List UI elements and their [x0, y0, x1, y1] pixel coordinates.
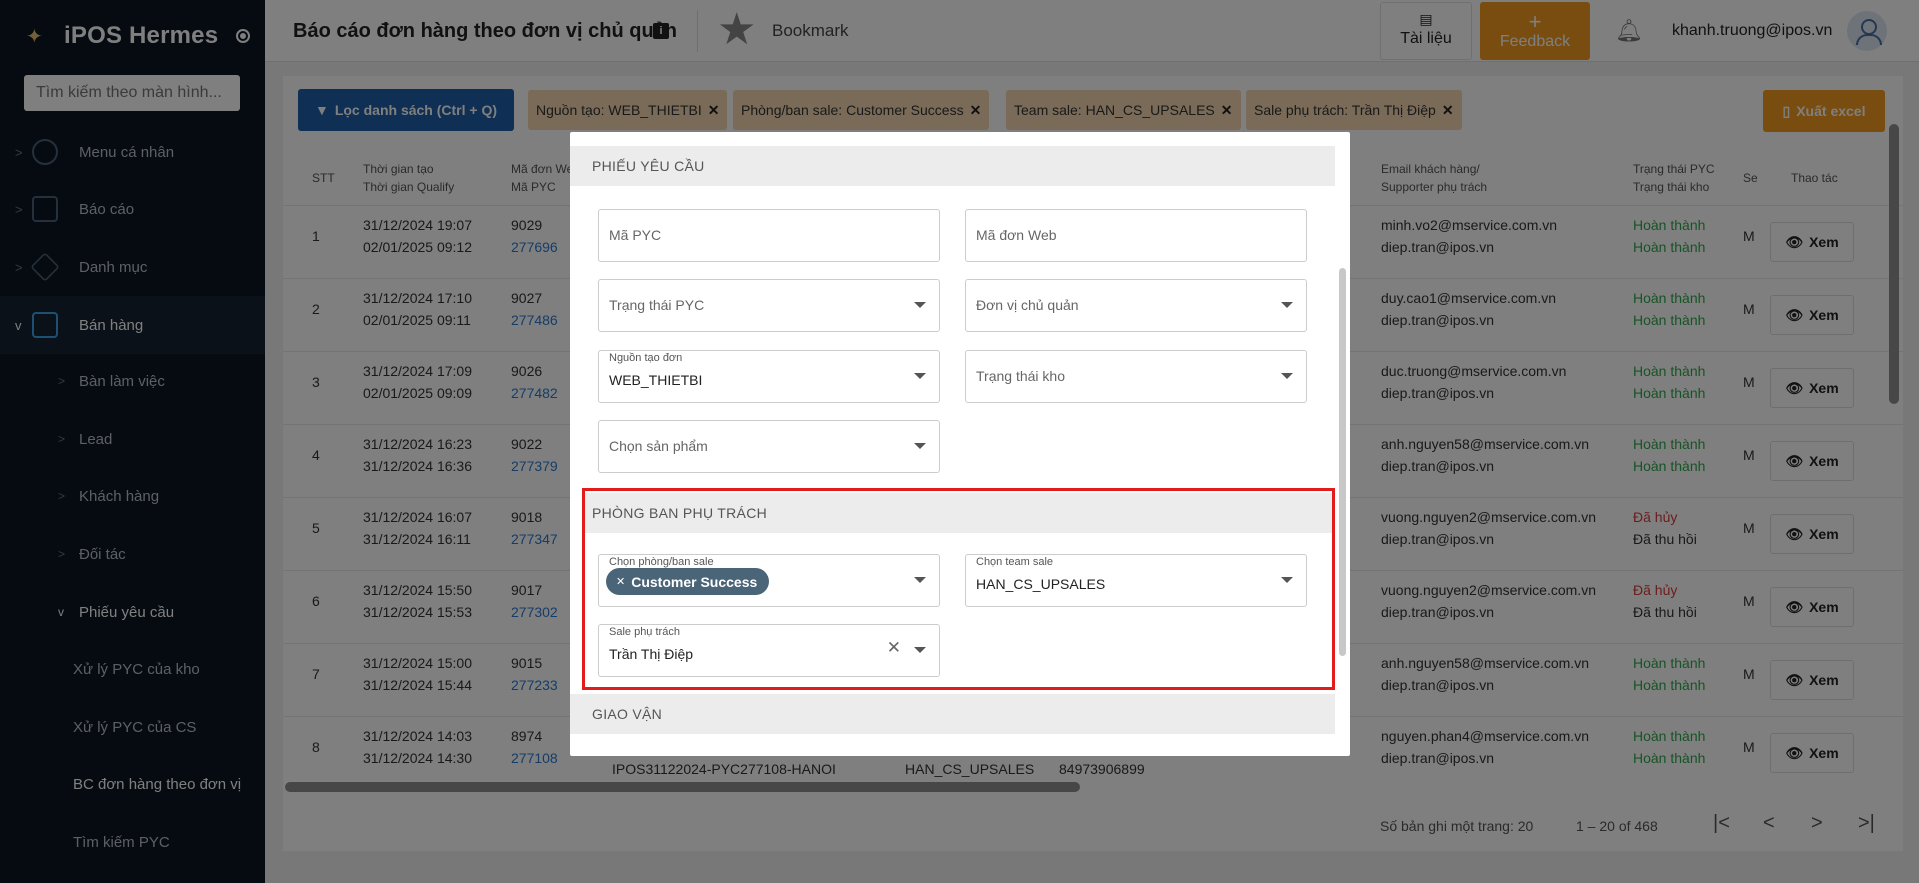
trang-thai-kho-select[interactable]: Trạng thái kho	[965, 350, 1307, 403]
don-vi-chu-quan-placeholder: Đơn vị chủ quản	[976, 297, 1079, 313]
filter-modal: PHIẾU YÊU CẦU Mã PYC Mã đơn Web Trạng th…	[570, 132, 1350, 756]
caret-down-icon	[914, 302, 926, 308]
chon-san-pham-select[interactable]: Chọn sản phẩm	[598, 420, 940, 473]
highlight-box	[582, 488, 1335, 690]
trang-thai-pyc-placeholder: Trạng thái PYC	[609, 297, 705, 313]
nguon-tao-don-label: Nguồn tạo đơn	[609, 352, 683, 364]
ma-pyc-field[interactable]: Mã PYC	[598, 209, 940, 262]
modal-scrollbar[interactable]	[1339, 268, 1346, 656]
chon-san-pham-placeholder: Chọn sản phẩm	[609, 438, 708, 454]
ma-pyc-placeholder: Mã PYC	[609, 227, 662, 243]
nguon-tao-don-value: WEB_THIETBI	[609, 372, 703, 388]
nguon-tao-don-select[interactable]: Nguồn tạo đơn WEB_THIETBI	[598, 350, 940, 403]
trang-thai-kho-placeholder: Trạng thái kho	[976, 368, 1065, 384]
caret-down-icon	[1281, 302, 1293, 308]
section-phieu-yeu-cau: PHIẾU YÊU CẦU	[570, 146, 1335, 186]
section-giao-van: GIAO VẬN	[570, 694, 1335, 734]
trang-thai-pyc-select[interactable]: Trạng thái PYC	[598, 279, 940, 332]
ma-don-web-placeholder: Mã đơn Web	[976, 227, 1057, 243]
caret-down-icon	[1281, 373, 1293, 379]
don-vi-chu-quan-select[interactable]: Đơn vị chủ quản	[965, 279, 1307, 332]
caret-down-icon	[914, 443, 926, 449]
ma-don-web-field[interactable]: Mã đơn Web	[965, 209, 1307, 262]
caret-down-icon	[914, 373, 926, 379]
